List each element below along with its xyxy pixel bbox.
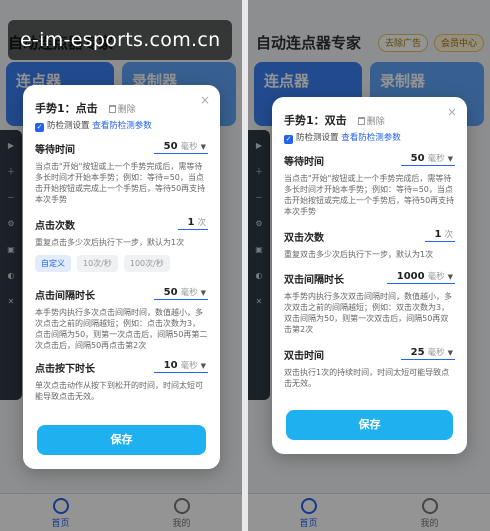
close-icon[interactable]: × — [200, 93, 210, 107]
checkbox-checked-icon[interactable]: ✓ — [284, 135, 293, 144]
watermark-banner: e-im-esports.com.cn — [8, 20, 233, 60]
wait-desc: 当点击"开始"按钮或上一个手势完成后，需等待多长时间才开始本手势；例如：等待=5… — [284, 174, 455, 216]
interval-input[interactable]: 50 毫秒 ▼ — [153, 286, 208, 300]
speed-custom-button[interactable]: 自定义 — [35, 255, 71, 272]
dbl-duration-section: 双击时间 25 毫秒 ▼ 双击执行1次的持续时间，时间太短可能导致点击无效。 — [284, 347, 455, 389]
wait-input[interactable]: 50 毫秒 ▼ — [400, 152, 455, 166]
delete-button[interactable]: 删除 — [357, 117, 385, 127]
chevron-down-icon: ▼ — [447, 349, 453, 357]
dbl-count-section: 双击次数 1次 重复双击多少次后执行下一步，默认为1次 — [284, 229, 455, 260]
count-desc: 重复点击多少次后执行下一步，默认为1次 — [35, 238, 185, 247]
dialog-header: 手势1：双击 删除 × — [284, 105, 457, 127]
gesture-doubleclick-dialog: 手势1：双击 删除 × ✓ 防检测设置 查看防检测参数 等待时间 50 毫秒 ▼ 当点… — [272, 97, 467, 454]
count-section: 点击次数 1次 重复点击多少次后执行下一步，默认为1次 自定义 10次/秒 10… — [35, 217, 208, 272]
chevron-down-icon: ▼ — [447, 273, 453, 281]
trash-icon — [108, 105, 116, 113]
anti-detect-label: 防检测设置 — [296, 133, 339, 143]
chevron-down-icon: ▼ — [200, 289, 206, 297]
chevron-down-icon: ▼ — [447, 155, 453, 163]
anti-detect-row[interactable]: ✓ 防检测设置 查看防检测参数 — [35, 119, 152, 132]
wait-section: 等待时间 50 毫秒 ▼ 当点击"开始"按钮或上一个手势完成后，需等待多长时间才开始… — [35, 141, 208, 205]
speed-10-button[interactable]: 10次/秒 — [77, 255, 118, 272]
wait-desc: 当点击"开始"按钮或上一个手势完成后，需等待多长时间才开始本手势；例如：等待=5… — [35, 162, 206, 204]
dbl-count-input[interactable]: 1次 — [424, 228, 455, 242]
dialog-title: 手势1：双击 — [284, 114, 347, 127]
dbl-count-desc: 重复双击多少次后执行下一步，默认为1次 — [284, 250, 434, 259]
wait-input[interactable]: 50 毫秒 ▼ — [153, 140, 208, 154]
count-input[interactable]: 1次 — [177, 216, 208, 230]
dbl-interval-section: 双击间隔时长 1000 毫秒 ▼ 本手势内执行多次双击间隔时间，数值越小，多次双击之… — [284, 271, 455, 335]
speed-presets: 自定义 10次/秒 100次/秒 — [35, 255, 208, 272]
save-button[interactable]: 保存 — [286, 410, 453, 440]
dialog-title: 手势1：点击 — [35, 102, 98, 115]
close-icon[interactable]: × — [447, 105, 457, 119]
dbl-duration-input[interactable]: 25 毫秒 ▼ — [400, 346, 455, 360]
press-input[interactable]: 10 毫秒 ▼ — [153, 359, 208, 373]
checkbox-checked-icon[interactable]: ✓ — [35, 123, 44, 132]
chevron-down-icon: ▼ — [200, 143, 206, 151]
dbl-interval-desc: 本手势内执行多次双击间隔时间，数值越小，多次双击之前的间隔越短；例如：双击次数为… — [284, 292, 452, 334]
anti-detect-row[interactable]: ✓ 防检测设置 查看防检测参数 — [284, 131, 401, 144]
anti-detect-label: 防检测设置 — [47, 121, 90, 131]
dbl-duration-desc: 双击执行1次的持续时间，时间太短可能导致点击无效。 — [284, 368, 450, 388]
dialog-header: 手势1：点击 删除 × — [35, 93, 210, 115]
dbl-interval-input[interactable]: 1000 毫秒 ▼ — [386, 270, 455, 284]
screenshot-stage: 自动连点器专家 连点器 录制器 ▶ ＋ － ⚙ ▣ ◐ ✕ 首页 我的 自动连点… — [0, 0, 490, 531]
chevron-down-icon: ▼ — [200, 362, 206, 370]
save-button[interactable]: 保存 — [37, 425, 206, 455]
anti-detect-link[interactable]: 查看防检测参数 — [92, 121, 152, 131]
delete-button[interactable]: 删除 — [108, 105, 136, 115]
wait-section: 等待时间 50 毫秒 ▼ 当点击"开始"按钮或上一个手势完成后，需等待多长时间才开始… — [284, 153, 455, 217]
interval-section: 点击间隔时长 50 毫秒 ▼ 本手势内执行多次点击间隔时间，数值越小，多次点击之前的… — [35, 287, 208, 351]
press-desc: 单次点击动作从按下到松开的时间，时间太短可能导致点击无效。 — [35, 381, 203, 401]
press-section: 点击按下时长 10 毫秒 ▼ 单次点击动作从按下到松开的时间，时间太短可能导致点击无… — [35, 360, 208, 402]
trash-icon — [357, 117, 365, 125]
anti-detect-link[interactable]: 查看防检测参数 — [341, 133, 401, 143]
speed-100-button[interactable]: 100次/秒 — [123, 255, 170, 272]
gesture-click-dialog: 手势1：点击 删除 × ✓ 防检测设置 查看防检测参数 等待时间 50 毫秒 ▼ 当点… — [23, 85, 220, 469]
interval-desc: 本手势内执行多次点击间隔时间，数值越小，多次点击之前的间隔越短；例如：点击次数为… — [35, 308, 208, 350]
